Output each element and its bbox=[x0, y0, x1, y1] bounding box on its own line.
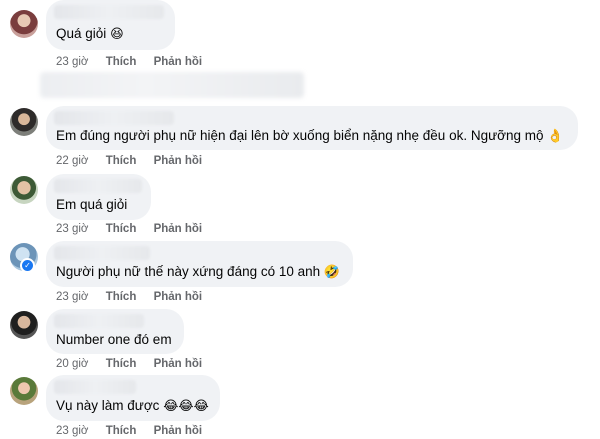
comment-time[interactable]: 23 giờ bbox=[56, 425, 88, 437]
comment-actions: 23 giờ Thích Phản hồi bbox=[56, 291, 216, 303]
comment-bubble: Em quá giỏi bbox=[46, 174, 151, 220]
rofl-emoji-icon: 🤣 bbox=[323, 265, 341, 280]
comment-actions: 20 giờ Thích Phản hồi bbox=[56, 358, 216, 370]
comment-text: Number one đó em bbox=[56, 332, 172, 347]
like-button[interactable]: Thích bbox=[106, 56, 137, 68]
tears-of-joy-emoji-icon: 😂😂😂 bbox=[163, 399, 209, 414]
comment-text: Quá giỏi bbox=[56, 26, 107, 41]
like-button[interactable]: Thích bbox=[106, 223, 137, 235]
comment-time[interactable]: 20 giờ bbox=[56, 358, 88, 370]
comment-text: Người phụ nữ thế này xứng đáng có 10 anh bbox=[56, 264, 321, 279]
comment-bubble: Em đúng người phụ nữ hiện đại lên bờ xuố… bbox=[46, 106, 578, 150]
redacted-name bbox=[54, 179, 142, 193]
redacted-name bbox=[54, 380, 136, 394]
reply-button[interactable]: Phản hồi bbox=[154, 291, 203, 303]
reply-button[interactable]: Phản hồi bbox=[154, 223, 203, 235]
comment-bubble: Number one đó em bbox=[46, 309, 184, 354]
redacted-name bbox=[54, 111, 174, 125]
comment-time[interactable]: 23 giờ bbox=[56, 291, 88, 303]
reply-button[interactable]: Phản hồi bbox=[154, 56, 203, 68]
comment-actions: 22 giờ Thích Phản hồi bbox=[56, 155, 216, 167]
reply-button[interactable]: Phản hồi bbox=[154, 155, 203, 167]
comment-time[interactable]: 23 giờ bbox=[56, 223, 88, 235]
redacted-name bbox=[54, 246, 150, 260]
like-button[interactable]: Thích bbox=[106, 358, 137, 370]
comment-bubble: Người phụ nữ thế này xứng đáng có 10 anh… bbox=[46, 241, 353, 287]
redacted-name bbox=[54, 5, 164, 19]
comment-actions: 23 giờ Thích Phản hồi bbox=[56, 56, 216, 68]
comment-actions: 23 giờ Thích Phản hồi bbox=[56, 223, 216, 235]
redacted-area bbox=[40, 72, 304, 98]
avatar[interactable] bbox=[10, 176, 38, 204]
verified-badge-icon: ✓ bbox=[20, 258, 35, 273]
like-button[interactable]: Thích bbox=[106, 291, 137, 303]
comment-bubble: Quá giỏi 😆 bbox=[46, 0, 175, 50]
comment-text: Em đúng người phụ nữ hiện đại lên bờ xuố… bbox=[56, 128, 544, 143]
reply-button[interactable]: Phản hồi bbox=[154, 358, 203, 370]
comment-time[interactable]: 23 giờ bbox=[56, 56, 88, 68]
avatar[interactable] bbox=[10, 377, 38, 405]
avatar[interactable] bbox=[10, 311, 38, 339]
comment-bubble: Vụ này làm được 😂😂😂 bbox=[46, 375, 220, 421]
avatar[interactable] bbox=[10, 108, 38, 136]
comment-text: Em quá giỏi bbox=[56, 197, 128, 212]
comment-actions: 23 giờ Thích Phản hồi bbox=[56, 425, 216, 437]
redacted-name bbox=[54, 314, 144, 328]
comment-text: Vụ này làm được bbox=[56, 398, 160, 413]
reply-button[interactable]: Phản hồi bbox=[154, 425, 203, 437]
laughing-emoji-icon: 😆 bbox=[110, 27, 124, 42]
ok-hand-emoji-icon: 👌 bbox=[547, 129, 564, 144]
avatar[interactable] bbox=[10, 10, 38, 38]
comment-time[interactable]: 22 giờ bbox=[56, 155, 88, 167]
like-button[interactable]: Thích bbox=[106, 155, 137, 167]
like-button[interactable]: Thích bbox=[106, 425, 137, 437]
